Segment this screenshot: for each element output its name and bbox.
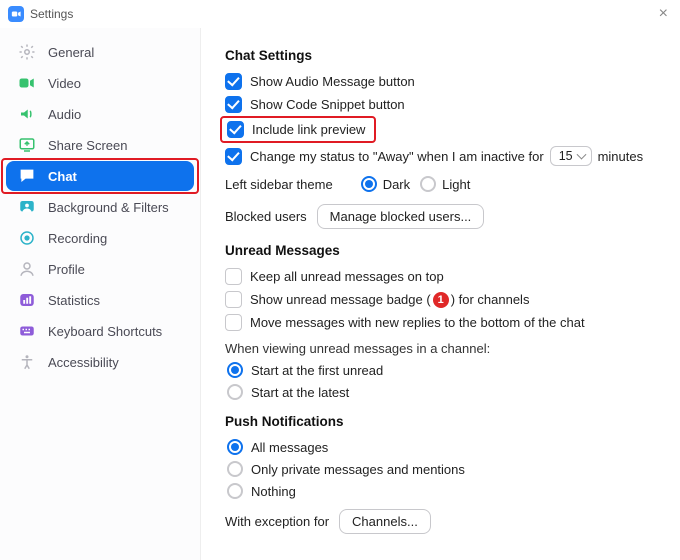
sidebar-item-recording[interactable]: Recording bbox=[6, 223, 194, 253]
chat-settings-heading: Chat Settings bbox=[225, 48, 660, 63]
sidebar-item-background[interactable]: Background & Filters bbox=[6, 192, 194, 222]
profile-icon bbox=[16, 258, 38, 280]
view-unread-label: When viewing unread messages in a channe… bbox=[225, 341, 660, 356]
label-move-bottom: Move messages with new replies to the bo… bbox=[250, 315, 585, 330]
sidebar-item-chat[interactable]: Chat bbox=[6, 161, 194, 191]
away-value: 15 bbox=[559, 149, 573, 163]
label-away-suffix: minutes bbox=[598, 149, 644, 164]
unread-heading: Unread Messages bbox=[225, 243, 660, 258]
checkbox-link-preview[interactable] bbox=[227, 121, 244, 138]
label-push-all: All messages bbox=[251, 440, 328, 455]
blocked-label: Blocked users bbox=[225, 209, 307, 224]
sidebar-item-general[interactable]: General bbox=[6, 37, 194, 67]
label-push-nothing: Nothing bbox=[251, 484, 296, 499]
window-title: Settings bbox=[30, 7, 73, 21]
label-push-private: Only private messages and mentions bbox=[251, 462, 465, 477]
exception-channels-button[interactable]: Channels... bbox=[339, 509, 431, 534]
radio-start-latest[interactable] bbox=[227, 384, 243, 400]
checkbox-show-code[interactable] bbox=[225, 96, 242, 113]
checkbox-show-audio[interactable] bbox=[225, 73, 242, 90]
sidebar-item-label: Video bbox=[48, 76, 81, 91]
sidebar-item-keyboard[interactable]: Keyboard Shortcuts bbox=[6, 316, 194, 346]
label-start-first: Start at the first unread bbox=[251, 363, 383, 378]
radio-push-all[interactable] bbox=[227, 439, 243, 455]
background-icon bbox=[16, 196, 38, 218]
app-icon bbox=[8, 6, 24, 22]
radio-push-private[interactable] bbox=[227, 461, 243, 477]
sidebar-item-label: Audio bbox=[48, 107, 81, 122]
sidebar-item-accessibility[interactable]: Accessibility bbox=[6, 347, 194, 377]
unread-badge: 1 bbox=[433, 292, 449, 308]
sidebar-item-label: Share Screen bbox=[48, 138, 128, 153]
sidebar: General Video Audio Share Screen Chat bbox=[0, 28, 200, 560]
radio-push-nothing[interactable] bbox=[227, 483, 243, 499]
sidebar-item-audio[interactable]: Audio bbox=[6, 99, 194, 129]
sidebar-item-label: Accessibility bbox=[48, 355, 119, 370]
label-keep-top: Keep all unread messages on top bbox=[250, 269, 444, 284]
sidebar-item-label: General bbox=[48, 45, 94, 60]
label-show-audio: Show Audio Message button bbox=[250, 74, 415, 89]
label-away-prefix: Change my status to "Away" when I am ina… bbox=[250, 149, 544, 164]
checkbox-move-bottom[interactable] bbox=[225, 314, 242, 331]
label-show-code: Show Code Snippet button bbox=[250, 97, 405, 112]
label-theme-light: Light bbox=[442, 177, 470, 192]
radio-theme-light[interactable] bbox=[420, 176, 436, 192]
video-icon bbox=[16, 72, 38, 94]
select-away-minutes[interactable]: 15 bbox=[550, 146, 592, 166]
sidebar-item-statistics[interactable]: Statistics bbox=[6, 285, 194, 315]
sidebar-item-label: Keyboard Shortcuts bbox=[48, 324, 162, 339]
manage-blocked-button[interactable]: Manage blocked users... bbox=[317, 204, 485, 229]
keyboard-icon bbox=[16, 320, 38, 342]
chat-icon bbox=[16, 165, 38, 187]
statistics-icon bbox=[16, 289, 38, 311]
checkbox-show-badge[interactable] bbox=[225, 291, 242, 308]
content-pane: Chat Settings Show Audio Message button … bbox=[200, 28, 680, 560]
sidebar-item-label: Chat bbox=[48, 169, 77, 184]
checkbox-away[interactable] bbox=[225, 148, 242, 165]
sidebar-item-label: Profile bbox=[48, 262, 85, 277]
radio-start-first[interactable] bbox=[227, 362, 243, 378]
sidebar-item-label: Statistics bbox=[48, 293, 100, 308]
gear-icon bbox=[16, 41, 38, 63]
recording-icon bbox=[16, 227, 38, 249]
audio-icon bbox=[16, 103, 38, 125]
label-badge-prefix: Show unread message badge ( bbox=[250, 292, 431, 307]
accessibility-icon bbox=[16, 351, 38, 373]
label-theme-dark: Dark bbox=[383, 177, 410, 192]
push-heading: Push Notifications bbox=[225, 414, 660, 429]
sidebar-item-label: Background & Filters bbox=[48, 200, 169, 215]
titlebar: Settings × bbox=[0, 0, 680, 28]
sidebar-item-video[interactable]: Video bbox=[6, 68, 194, 98]
theme-label: Left sidebar theme bbox=[225, 177, 333, 192]
sidebar-item-share-screen[interactable]: Share Screen bbox=[6, 130, 194, 160]
label-start-latest: Start at the latest bbox=[251, 385, 349, 400]
sidebar-item-profile[interactable]: Profile bbox=[6, 254, 194, 284]
close-icon[interactable]: × bbox=[655, 5, 672, 23]
label-badge-suffix: ) for channels bbox=[451, 292, 530, 307]
checkbox-keep-top[interactable] bbox=[225, 268, 242, 285]
label-link-preview: Include link preview bbox=[252, 122, 365, 137]
exception-label: With exception for bbox=[225, 514, 329, 529]
radio-theme-dark[interactable] bbox=[361, 176, 377, 192]
share-screen-icon bbox=[16, 134, 38, 156]
sidebar-item-label: Recording bbox=[48, 231, 107, 246]
